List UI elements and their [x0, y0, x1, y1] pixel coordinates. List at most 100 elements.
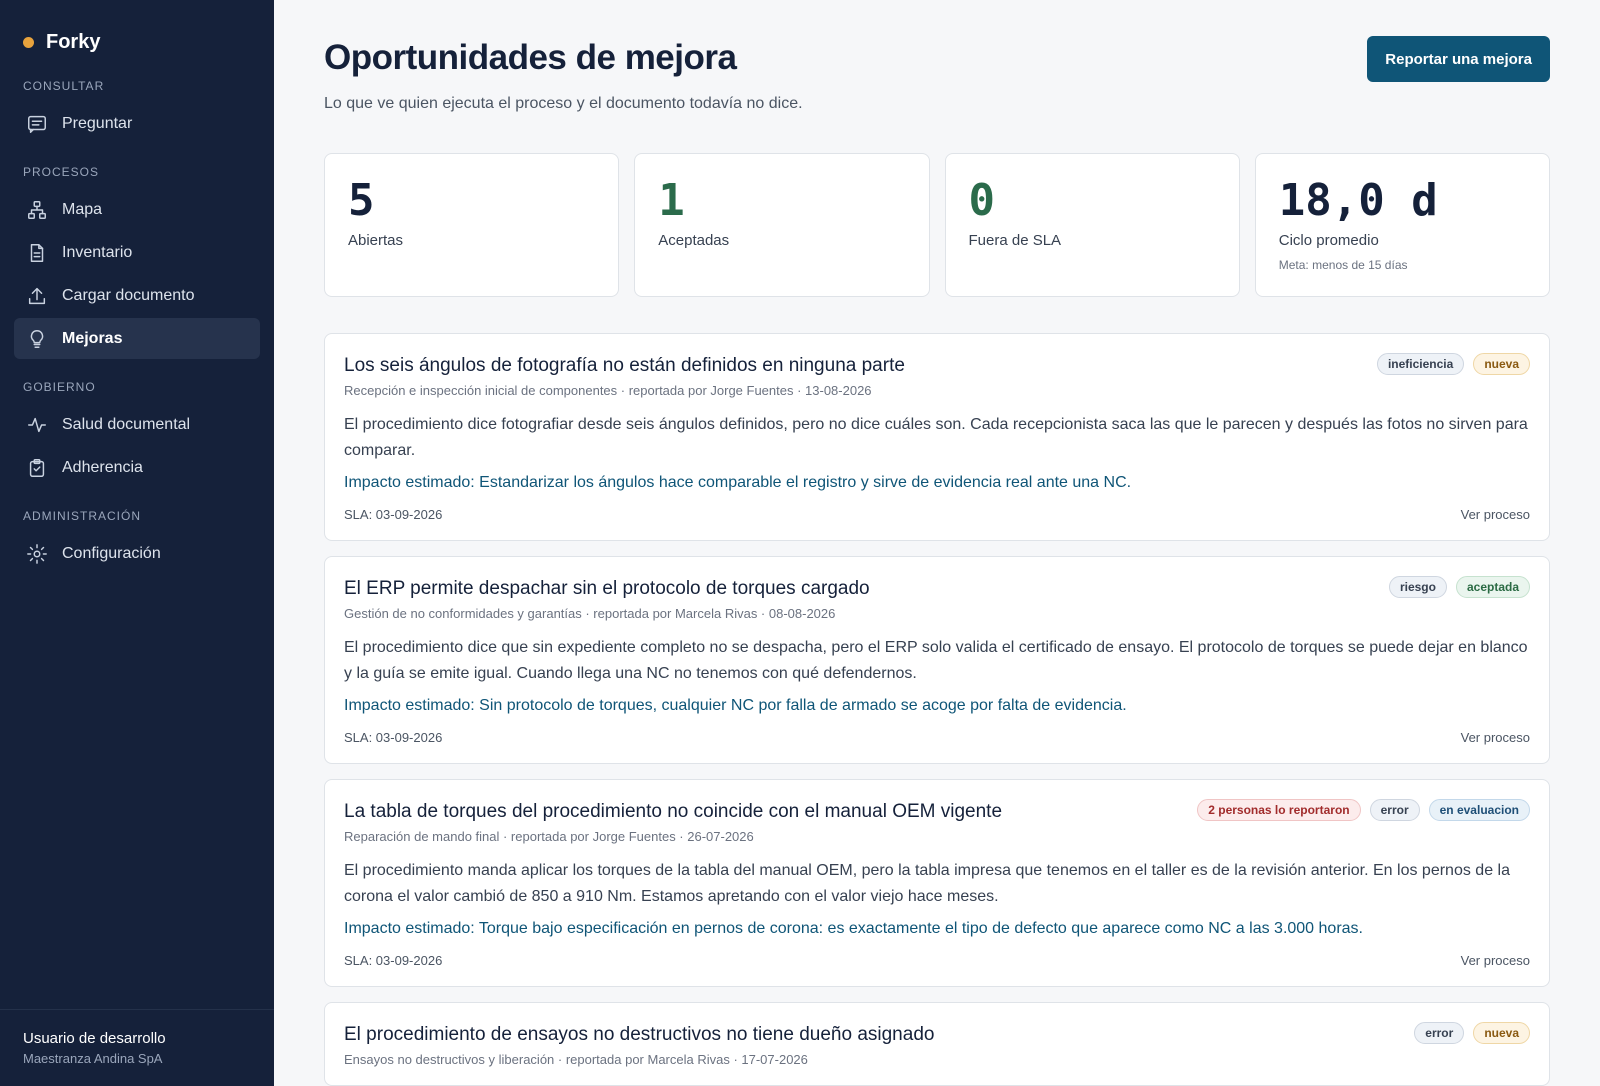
improvement-meta: Gestión de no conformidades y garantías …: [344, 606, 836, 621]
stat-card-abiertas: 5 Abiertas: [324, 153, 620, 297]
improvement-footer: SLA: 03-09-2026 Ver proceso: [344, 953, 1530, 968]
pulse-icon: [26, 414, 48, 436]
improvement-card[interactable]: El ERP permite despachar sin el protocol…: [324, 556, 1550, 764]
view-process-link[interactable]: Ver proceso: [1461, 730, 1530, 745]
sidebar-item-label: Mejoras: [62, 329, 123, 347]
stat-value: 0: [968, 175, 996, 226]
document-icon: [26, 242, 48, 264]
stats-row: 5 Abiertas 1 Aceptadas 0 Fuera de SLA 18,0 d Ci…: [324, 153, 1550, 297]
improvement-impact: Impacto estimado: Torque bajo especifica…: [344, 920, 1363, 937]
sidebar-item-salud-documental[interactable]: Salud documental: [14, 404, 260, 445]
stat-value: 1: [658, 175, 685, 226]
clipboard-check-icon: [26, 457, 48, 479]
sitemap-icon: [26, 199, 48, 221]
nav-section-procesos: PROCESOS Mapa Inventario Cargar documento Me…: [0, 165, 274, 359]
sidebar: Forky CONSULTAR Preguntar PROCESOS Mapa Inve…: [0, 0, 274, 1086]
nav-section-title: GOBIERNO: [23, 380, 96, 394]
improvement-meta: Ensayos no destructivos y liberación · r…: [344, 1052, 808, 1067]
improvement-header: El ERP permite despachar sin el protocol…: [344, 576, 1530, 621]
sidebar-item-preguntar[interactable]: Preguntar: [14, 103, 260, 144]
stat-card-fuera-de-sla: 0 Fuera de SLA: [944, 153, 1240, 297]
improvement-footer: SLA: 03-09-2026 Ver proceso: [344, 730, 1530, 745]
improvement-heading: La tabla de torques del procedimiento no…: [344, 799, 1002, 844]
reporters-badge: 2 personas lo reportaron: [1197, 799, 1361, 821]
stat-card-ciclo-promedio: 18,0 d Ciclo promedio Meta: menos de 15 dí…: [1254, 153, 1550, 297]
sla-date: SLA: 03-09-2026: [344, 507, 443, 522]
nav-section-administracion: ADMINISTRACIÓN Configuración: [0, 509, 274, 574]
improvement-heading: El ERP permite despachar sin el protocol…: [344, 576, 870, 621]
stat-value: 5: [348, 175, 375, 226]
improvements-list: Los seis ángulos de fotografía no están …: [324, 333, 1550, 1086]
sidebar-nav: CONSULTAR Preguntar PROCESOS Mapa Inventario…: [0, 79, 274, 574]
badge-group: riesgo aceptada: [1388, 576, 1530, 598]
stat-label: Fuera de SLA: [968, 232, 1062, 249]
stat-label: Abiertas: [348, 232, 404, 249]
upload-icon: [26, 285, 48, 307]
sidebar-item-inventario[interactable]: Inventario: [14, 232, 260, 273]
improvement-description: El procedimiento dice fotografiar desde …: [344, 416, 1528, 459]
user-org: Maestranza Andina SpA: [23, 1051, 163, 1066]
improvement-card[interactable]: La tabla de torques del procedimiento no…: [324, 779, 1550, 987]
improvement-impact: Impacto estimado: Sin protocolo de torqu…: [344, 697, 1127, 714]
improvement-description: El procedimiento manda aplicar los torqu…: [344, 862, 1510, 905]
sidebar-item-label: Preguntar: [62, 114, 133, 132]
improvement-card[interactable]: Los seis ángulos de fotografía no están …: [324, 333, 1550, 541]
report-improvement-button[interactable]: Reportar una mejora: [1367, 36, 1550, 82]
badge-group: ineficiencia nueva: [1376, 353, 1530, 375]
improvement-heading: Los seis ángulos de fotografía no están …: [344, 353, 905, 398]
improvement-title[interactable]: Los seis ángulos de fotografía no están …: [344, 353, 905, 379]
sidebar-item-label: Cargar documento: [62, 286, 195, 304]
improvement-heading: El procedimiento de ensayos no destructi…: [344, 1022, 934, 1067]
nav-section-consultar: CONSULTAR Preguntar: [0, 79, 274, 144]
nav-section-title: PROCESOS: [23, 165, 100, 179]
stat-note: Meta: menos de 15 días: [1278, 258, 1408, 272]
sidebar-item-cargar-documento[interactable]: Cargar documento: [14, 275, 260, 316]
gear-icon: [26, 543, 48, 565]
improvement-title[interactable]: El procedimiento de ensayos no destructi…: [344, 1022, 934, 1048]
type-badge: error: [1369, 799, 1420, 821]
sidebar-item-label: Mapa: [62, 200, 103, 218]
lightbulb-icon: [26, 328, 48, 350]
improvement-title[interactable]: El ERP permite despachar sin el protocol…: [344, 576, 870, 602]
sidebar-item-label: Inventario: [62, 243, 133, 261]
user-name: Usuario de desarrollo: [23, 1030, 166, 1047]
stat-label: Aceptadas: [658, 232, 730, 249]
nav-section-gobierno: GOBIERNO Salud documental Adherencia: [0, 380, 274, 488]
status-badge: nueva: [1473, 1022, 1530, 1044]
brand[interactable]: Forky: [0, 0, 274, 58]
badge-group: error nueva: [1414, 1022, 1530, 1044]
improvement-header: El procedimiento de ensayos no destructi…: [344, 1022, 1530, 1067]
nav-section-title: CONSULTAR: [23, 79, 105, 93]
user-box[interactable]: Usuario de desarrollo Maestranza Andina …: [0, 1009, 274, 1086]
improvement-impact: Impacto estimado: Estandarizar los ángul…: [344, 474, 1132, 491]
sla-date: SLA: 03-09-2026: [344, 730, 443, 745]
page-header: Oportunidades de mejora Lo que ve quien …: [324, 36, 1550, 113]
improvement-footer: SLA: 03-09-2026 Ver proceso: [344, 507, 1530, 522]
improvement-card[interactable]: El procedimiento de ensayos no destructi…: [324, 1002, 1550, 1086]
brand-dot-icon: [23, 36, 34, 48]
sidebar-item-label: Configuración: [62, 544, 161, 562]
sidebar-item-mapa[interactable]: Mapa: [14, 189, 260, 230]
page-title: Oportunidades de mejora: [324, 38, 737, 77]
main-content: Oportunidades de mejora Lo que ve quien …: [274, 0, 1600, 1086]
type-badge: riesgo: [1388, 576, 1447, 598]
improvement-title[interactable]: La tabla de torques del procedimiento no…: [344, 799, 1002, 825]
improvement-description: El procedimiento dice que sin expediente…: [344, 639, 1528, 682]
page-subtitle: Lo que ve quien ejecuta el proceso y el …: [324, 95, 803, 112]
type-badge: ineficiencia: [1376, 353, 1465, 375]
sidebar-item-label: Adherencia: [62, 458, 143, 476]
status-badge: nueva: [1473, 353, 1530, 375]
sidebar-item-mejoras[interactable]: Mejoras: [14, 318, 260, 359]
sidebar-item-adherencia[interactable]: Adherencia: [14, 447, 260, 488]
sla-date: SLA: 03-09-2026: [344, 953, 443, 968]
improvement-header: La tabla de torques del procedimiento no…: [344, 799, 1530, 844]
view-process-link[interactable]: Ver proceso: [1461, 507, 1530, 522]
improvement-meta: Recepción e inspección inicial de compon…: [344, 383, 872, 398]
view-process-link[interactable]: Ver proceso: [1461, 953, 1530, 968]
stat-value: 18,0 d: [1278, 175, 1438, 226]
nav-section-title: ADMINISTRACIÓN: [23, 509, 142, 523]
stat-label: Ciclo promedio: [1278, 232, 1379, 249]
sidebar-item-configuracion[interactable]: Configuración: [14, 533, 260, 574]
brand-name: Forky: [46, 30, 101, 53]
status-badge: en evaluacion: [1428, 799, 1530, 821]
